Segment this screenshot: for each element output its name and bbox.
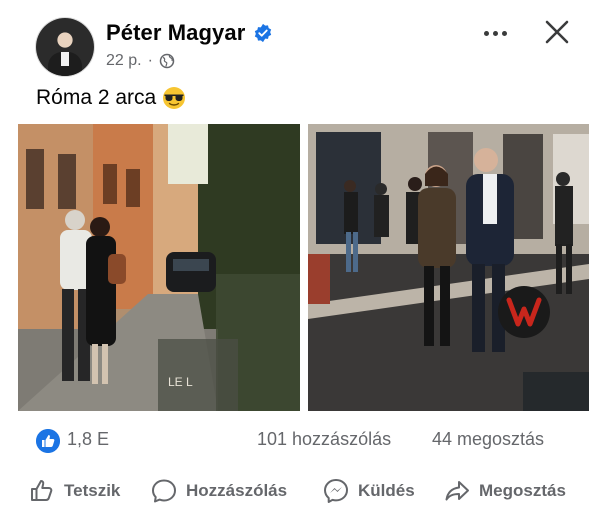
street-walk-photo bbox=[308, 124, 589, 411]
caption-text: Róma 2 arca bbox=[36, 86, 157, 109]
more-icon-dot bbox=[501, 30, 507, 36]
author-avatar[interactable] bbox=[36, 18, 94, 76]
comment-label: Hozzászólás bbox=[186, 481, 288, 500]
shares-count[interactable]: 44 megosztás bbox=[432, 429, 544, 450]
avatar-collar-shape bbox=[61, 52, 69, 66]
share-button[interactable]: Megosztás bbox=[443, 470, 566, 512]
post-caption: Róma 2 arca bbox=[36, 86, 186, 110]
comment-button[interactable]: Hozzászólás bbox=[150, 470, 287, 512]
send-button[interactable]: Küldés bbox=[322, 470, 415, 512]
post-meta: 22 p. · bbox=[106, 52, 175, 70]
street-couple-photo: LE L bbox=[18, 124, 300, 411]
more-icon-dot bbox=[492, 30, 498, 36]
like-label: Tetszik bbox=[64, 481, 121, 500]
author-row: Péter Magyar bbox=[106, 20, 273, 46]
author-name[interactable]: Péter Magyar bbox=[106, 20, 245, 46]
more-options-button[interactable] bbox=[480, 18, 510, 48]
like-reaction-icon[interactable] bbox=[36, 429, 60, 453]
sign-text: LE L bbox=[168, 375, 193, 389]
reactions-count[interactable]: 1,8 E bbox=[67, 429, 109, 450]
globe-icon[interactable] bbox=[159, 53, 175, 69]
post-time[interactable]: 22 p. bbox=[106, 52, 142, 70]
like-button[interactable]: Tetszik bbox=[28, 470, 120, 512]
comment-icon bbox=[152, 479, 176, 503]
close-icon[interactable] bbox=[541, 16, 573, 48]
sunglasses-emoji-icon bbox=[163, 87, 186, 109]
share-label: Megosztás bbox=[479, 481, 566, 500]
action-bar: Tetszik Hozzászólás Küldés Megosztás bbox=[0, 470, 600, 512]
photo-right[interactable] bbox=[308, 124, 589, 411]
messenger-icon bbox=[324, 479, 348, 503]
thumbs-up-icon bbox=[31, 480, 53, 501]
send-label: Küldés bbox=[358, 481, 415, 500]
meta-separator: · bbox=[147, 52, 153, 69]
engagement-stats: 1,8 E 101 hozzászólás 44 megosztás bbox=[0, 424, 600, 458]
photo-left[interactable]: LE L bbox=[18, 124, 300, 411]
comments-count[interactable]: 101 hozzászólás bbox=[257, 429, 391, 450]
verified-badge-icon bbox=[255, 23, 272, 43]
post-header: Péter Magyar 22 p. · bbox=[0, 0, 600, 80]
more-icon bbox=[483, 30, 489, 36]
share-icon bbox=[445, 481, 469, 501]
